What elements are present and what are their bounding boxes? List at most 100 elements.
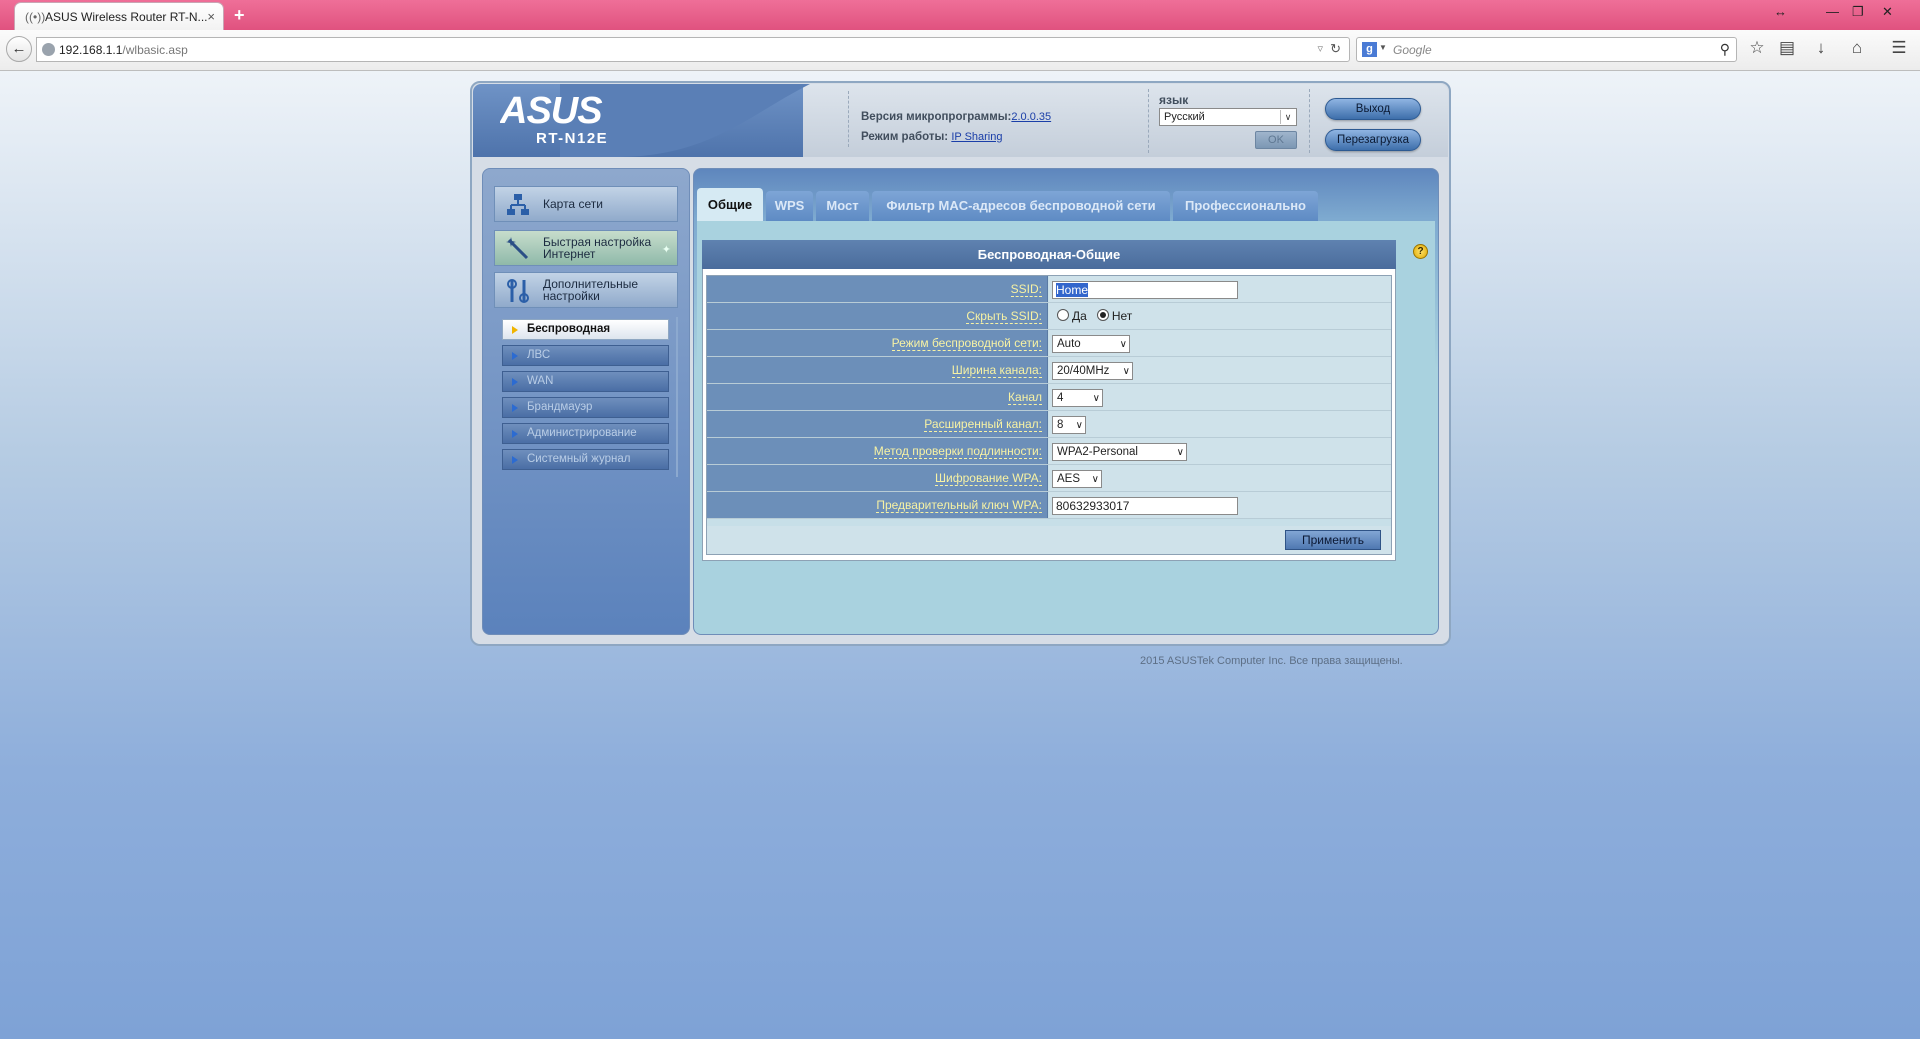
menu-network-map[interactable]: Карта сети [494,186,678,222]
chevron-down-icon: ∨ [1092,393,1100,404]
channel-select[interactable]: 4 ∨ [1052,389,1103,407]
star-icon[interactable]: ☆ [1746,38,1768,58]
chevron-down-icon: ∨ [1176,447,1184,458]
arrow-right-icon [512,352,518,360]
language-label: язык [1159,93,1189,107]
google-icon[interactable]: g [1362,42,1377,57]
download-icon[interactable]: ↓ [1810,38,1832,58]
extension-channel-label: Расширенный канал: [924,417,1042,432]
resize-icon[interactable]: ↔ [1774,4,1787,19]
chevron-down-icon: ∨ [1091,474,1099,485]
form-title: Беспроводная-Общие [702,240,1396,269]
submenu-administration[interactable]: Администрирование [502,423,669,444]
menu-label: Карта сети [543,197,603,211]
tab-general[interactable]: Общие [697,188,763,221]
menu-advanced-settings[interactable]: Дополнительные настройки [494,272,678,308]
wpa-encryption-label: Шифрование WPA: [935,471,1042,486]
close-tab-icon[interactable]: × [207,9,215,24]
search-icon[interactable]: ⚲ [1720,41,1730,58]
mode-link[interactable]: IP Sharing [951,131,1002,143]
mode-label: Режим работы: [861,131,949,143]
submenu-wan[interactable]: WAN [502,371,669,392]
hide-ssid-yes-label: Да [1072,309,1087,323]
submenu-lan[interactable]: ЛВС [502,345,669,366]
channel-label: Канал [1008,390,1042,405]
arrow-right-icon [512,326,518,334]
footer-copyright: 2015 ASUSTek Computer Inc. Все права защ… [1140,655,1403,667]
tab-title: ASUS Wireless Router RT-N... [45,10,208,24]
ssid-input[interactable]: Home [1052,281,1238,299]
minimize-button[interactable]: — [1826,4,1839,19]
reload-icon[interactable]: ↻ [1330,41,1341,57]
firmware-block: Версия микропрограммы:2.0.0.35 Режим раб… [848,91,1139,147]
menu-quick-setup[interactable]: Быстрая настройка Интернет ✦ [494,230,678,266]
logout-button[interactable]: Выход [1325,98,1421,120]
address-bar[interactable]: 192.168.1.1/wlbasic.asp ▿ ↻ [36,37,1350,62]
sparkle-icon: ✦ [661,244,671,256]
tab-wps[interactable]: WPS [766,191,813,221]
submenu-firewall[interactable]: Брандмауэр [502,397,669,418]
menu-label: Быстрая настройка Интернет [543,235,652,261]
apply-button[interactable]: Применить [1285,530,1381,550]
hide-ssid-no-label: Нет [1111,309,1133,323]
arrow-right-icon [512,456,518,464]
model-name: RT-N12E [536,130,609,147]
asus-logo: ASUS [500,92,603,128]
row-ssid: SSID: Home [707,276,1391,303]
tab-bridge[interactable]: Мост [816,191,869,221]
menu-icon[interactable]: ☰ [1888,38,1910,58]
tools-icon [507,279,529,303]
hide-ssid-label: Скрыть SSID: [966,309,1042,324]
arrow-right-icon [512,378,518,386]
hide-ssid-yes-radio[interactable] [1057,309,1069,321]
submenu-system-log[interactable]: Системный журнал [502,449,669,470]
back-button[interactable]: ← [6,36,32,62]
engine-dropdown-icon[interactable]: ▼ [1379,43,1387,52]
new-tab-button[interactable]: + [234,5,245,26]
wpa-encryption-select[interactable]: AES ∨ [1052,470,1102,488]
tab-mac-filter[interactable]: Фильтр MAC-адресов беспроводной сети [872,191,1170,221]
svg-text:ASUS: ASUS [500,92,602,128]
maximize-button[interactable]: ❐ [1852,4,1864,20]
reading-list-icon[interactable]: ▤ [1776,38,1798,58]
apply-row: Применить [707,526,1391,554]
submenu-wireless[interactable]: Беспроводная [502,319,669,340]
close-window-button[interactable]: ✕ [1882,4,1893,20]
auth-method-select[interactable]: WPA2-Personal ∨ [1052,443,1187,461]
extension-channel-select[interactable]: 8 ∨ [1052,416,1086,434]
wireless-mode-select[interactable]: Auto ∨ [1052,335,1130,353]
wpa-key-input[interactable]: 80632933017 [1052,497,1238,515]
browser-tab[interactable]: ((•)) ASUS Wireless Router RT-N... × [14,2,224,30]
home-icon[interactable]: ⌂ [1846,38,1868,58]
globe-icon [42,43,55,56]
wireless-icon: ((•)) [25,10,46,24]
firmware-version-link[interactable]: 2.0.0.35 [1011,111,1051,123]
row-channel-width: Ширина канала: 20/40MHz ∨ [707,357,1391,384]
hide-ssid-no-radio[interactable] [1096,309,1109,321]
row-channel: Канал 4 ∨ [707,384,1391,411]
search-bar[interactable]: g ▼ Google ⚲ [1356,37,1737,62]
wand-icon [506,237,529,260]
chevron-down-icon: ∨ [1119,339,1127,350]
chevron-down-icon: ∨ [1280,110,1295,124]
row-auth-method: Метод проверки подлинности: WPA2-Persona… [707,438,1391,465]
language-select[interactable]: Русский ∨ [1159,108,1297,126]
reboot-button[interactable]: Перезагрузка [1325,129,1421,151]
wpa-key-label: Предварительный ключ WPA: [876,498,1042,513]
row-wpa-encryption: Шифрование WPA: AES ∨ [707,465,1391,492]
network-map-icon [507,194,529,215]
auth-method-label: Метод проверки подлинности: [873,444,1042,459]
row-wireless-mode: Режим беспроводной сети: Auto ∨ [707,330,1391,357]
browser-toolbar: ← 192.168.1.1/wlbasic.asp ▿ ↻ g ▼ Google… [0,30,1920,71]
search-placeholder: Google [1393,43,1432,57]
language-block: язык Русский ∨ OK [1148,89,1310,153]
help-icon[interactable]: ? [1413,244,1428,259]
history-dropdown-icon[interactable]: ▿ [1317,42,1323,55]
channel-width-select[interactable]: 20/40MHz ∨ [1052,362,1133,380]
arrow-right-icon [512,404,518,412]
language-ok-button[interactable]: OK [1255,131,1297,149]
arrow-right-icon [512,430,518,438]
tab-professional[interactable]: Профессионально [1173,191,1318,221]
browser-titlebar: ((•)) ASUS Wireless Router RT-N... × + ↔… [0,0,1920,30]
row-extension-channel: Расширенный канал: 8 ∨ [707,411,1391,438]
